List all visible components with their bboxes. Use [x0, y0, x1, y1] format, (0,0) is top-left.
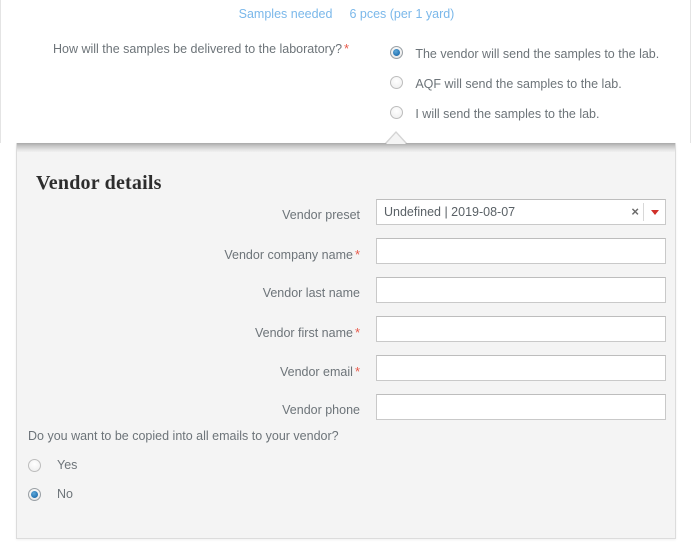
vendor-email-input[interactable] [376, 355, 666, 381]
label-vendor-first-name: Vendor first name * [17, 325, 360, 340]
copy-emails-question-label: Do you want to be copied into all emails… [28, 429, 339, 443]
samples-needed-label[interactable]: Samples needed [239, 7, 333, 21]
label-vendor-preset-text: Vendor preset [282, 208, 360, 222]
vendor-first-name-input[interactable] [376, 316, 666, 342]
delivery-option-aqf-label: AQF will send the samples to the lab. [415, 76, 622, 91]
control-vendor-last-name [376, 277, 666, 303]
label-vendor-last-name-text: Vendor last name [262, 286, 360, 300]
label-vendor-email-text: Vendor email [279, 365, 353, 379]
form-row-vendor-preset: Vendor preset Undefined | 2019-08-07 × [17, 199, 675, 238]
delivery-option-self[interactable]: I will send the samples to the lab. [390, 98, 659, 128]
control-vendor-email [376, 355, 666, 381]
radio-icon-unselected[interactable] [28, 459, 41, 472]
form-row-vendor-first-name: Vendor first name * [17, 316, 675, 355]
radio-icon-selected[interactable] [28, 488, 41, 501]
panel-top-gradient-bar [17, 143, 675, 152]
control-vendor-company-name [376, 238, 666, 264]
copy-emails-radio-group[interactable]: Yes No [28, 451, 668, 509]
delivery-radio-group[interactable]: The vendor will send the samples to the … [390, 38, 659, 128]
delivery-option-vendor[interactable]: The vendor will send the samples to the … [390, 38, 659, 68]
vendor-phone-input[interactable] [376, 394, 666, 420]
form-row-vendor-last-name: Vendor last name [17, 277, 675, 316]
radio-icon-selected[interactable] [390, 46, 403, 60]
form-row-vendor-email: Vendor email * [17, 355, 675, 394]
label-vendor-preset: Vendor preset [17, 208, 360, 222]
vendor-last-name-input[interactable] [376, 277, 666, 303]
label-vendor-phone: Vendor phone [17, 403, 360, 417]
label-vendor-first-name-text: Vendor first name [254, 326, 353, 340]
top-card: Samples needed 6 pces (per 1 yard) How w… [0, 0, 691, 143]
copy-emails-option-yes[interactable]: Yes [28, 451, 668, 480]
required-asterisk: * [354, 247, 360, 262]
delivery-question-text: How will the samples be delivered to the… [53, 42, 343, 56]
form-row-vendor-phone: Vendor phone [17, 394, 675, 433]
delivery-option-vendor-label: The vendor will send the samples to the … [415, 46, 660, 61]
copy-emails-option-yes-label: Yes [57, 458, 78, 472]
label-vendor-last-name: Vendor last name [17, 286, 360, 300]
delivery-option-self-label: I will send the samples to the lab. [415, 106, 600, 121]
radio-icon-unselected[interactable] [390, 106, 403, 120]
radio-icon-unselected[interactable] [390, 76, 403, 90]
copy-emails-option-no-label: No [57, 487, 73, 501]
vendor-details-panel: Vendor details Vendor preset Undefined |… [16, 143, 676, 539]
vendor-company-name-input[interactable] [376, 238, 666, 264]
label-vendor-company-name-text: Vendor company name [224, 248, 353, 262]
vendor-details-form: Vendor preset Undefined | 2019-08-07 × V… [17, 199, 675, 433]
delivery-question-label: How will the samples be delivered to the… [53, 41, 373, 56]
control-vendor-first-name [376, 316, 666, 342]
clear-icon[interactable]: × [631, 200, 639, 224]
callout-arrow-icon [385, 131, 407, 144]
control-vendor-preset: Undefined | 2019-08-07 × [376, 199, 666, 225]
chevron-down-icon[interactable] [644, 200, 665, 224]
samples-needed-value: 6 pces (per 1 yard) [349, 7, 455, 21]
page-title: Vendor details [36, 172, 162, 194]
delivery-option-aqf[interactable]: AQF will send the samples to the lab. [390, 68, 659, 98]
required-asterisk: * [354, 325, 360, 340]
label-vendor-phone-text: Vendor phone [282, 403, 360, 417]
copy-emails-option-no[interactable]: No [28, 480, 668, 509]
control-vendor-phone [376, 394, 666, 420]
samples-needed-line: Samples needed 6 pces (per 1 yard) [1, 7, 691, 21]
required-asterisk: * [354, 364, 360, 379]
form-row-vendor-company-name: Vendor company name * [17, 238, 675, 277]
vendor-preset-value: Undefined | 2019-08-07 [384, 205, 516, 219]
label-vendor-email: Vendor email * [17, 364, 360, 379]
copy-emails-question: Do you want to be copied into all emails… [28, 429, 668, 509]
vendor-preset-select[interactable]: Undefined | 2019-08-07 × [376, 199, 666, 225]
required-asterisk: * [344, 41, 350, 56]
label-vendor-company-name: Vendor company name * [17, 247, 360, 262]
